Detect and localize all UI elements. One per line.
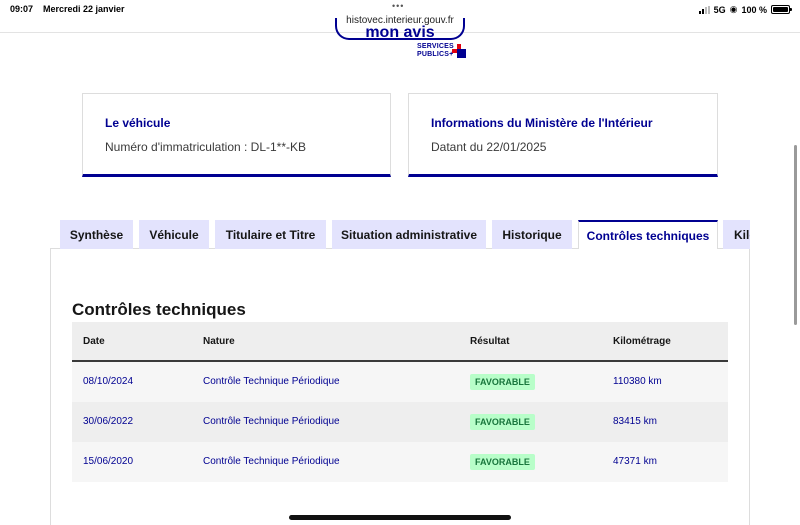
table-row: 30/06/2022 Contrôle Technique Périodique… [72,402,728,442]
network-type: 5G [713,4,726,15]
tab-situation-administrative[interactable]: Situation administrative [332,220,486,249]
column-header-result: Résultat [470,336,510,347]
column-header-mileage: Kilométrage [613,336,671,347]
row-nature: Contrôle Technique Périodique [203,456,340,467]
tab-list: Synthèse Véhicule Titulaire et Titre Sit… [60,220,750,249]
vehicle-card: Le véhicule Numéro d'immatriculation : D… [82,93,391,177]
status-indicators: 5G ◉ 100 % [698,4,792,15]
services-publics-plus-icon [452,44,466,58]
row-nature: Contrôle Technique Périodique [203,416,340,427]
column-header-nature: Nature [203,336,235,347]
page-scrollbar[interactable] [794,145,797,325]
tab-kilometrage[interactable]: Kilométrage [723,220,750,249]
row-date: 08/10/2024 [83,376,134,387]
ministry-card-title: Informations du Ministère de l'Intérieur [431,116,653,130]
table-row: 08/10/2024 Contrôle Technique Périodique… [72,362,728,402]
tab-titulaire-titre[interactable]: Titulaire et Titre [215,220,326,249]
data-date: Datant du 22/01/2025 [431,140,547,154]
result-badge: FAVORABLE [470,454,535,470]
signal-icon [698,5,710,14]
row-mileage: 83415 km [613,416,657,427]
home-indicator[interactable] [289,515,511,520]
mon-avis-button[interactable]: mon avis [335,18,465,40]
table-row: 15/06/2020 Contrôle Technique Périodique… [72,442,728,482]
services-publics-logo: SERVICES PUBLICS+ [417,43,454,58]
table-header: Date Nature Résultat Kilométrage [72,322,728,362]
inspections-table: Date Nature Résultat Kilométrage 08/10/2… [72,322,728,482]
status-date: Mercredi 22 janvier [43,4,125,14]
result-badge: FAVORABLE [470,374,535,390]
vehicle-card-title: Le véhicule [105,116,171,130]
row-mileage: 47371 km [613,456,657,467]
mon-avis-label: mon avis [365,24,435,40]
orientation-lock-icon: ◉ [729,4,738,14]
result-badge: FAVORABLE [470,414,535,430]
battery-icon [771,5,792,14]
status-time: 09:07 [10,4,34,14]
column-header-date: Date [83,336,105,347]
ministry-card: Informations du Ministère de l'Intérieur… [408,93,718,177]
row-mileage: 110380 km [613,376,662,387]
battery-percent: 100 % [741,4,767,15]
registration-number: Numéro d'immatriculation : DL-1**-KB [105,140,307,154]
tab-synthese[interactable]: Synthèse [60,220,133,249]
tab-historique[interactable]: Historique [492,220,572,249]
tab-controles-techniques[interactable]: Contrôles techniques [578,220,718,249]
section-title: Contrôles techniques [72,300,246,319]
row-date: 30/06/2022 [83,416,134,427]
tab-vehicule[interactable]: Véhicule [139,220,209,249]
row-nature: Contrôle Technique Périodique [203,376,340,387]
multitasking-dots-icon[interactable]: ••• [392,1,404,11]
row-date: 15/06/2020 [83,456,134,467]
